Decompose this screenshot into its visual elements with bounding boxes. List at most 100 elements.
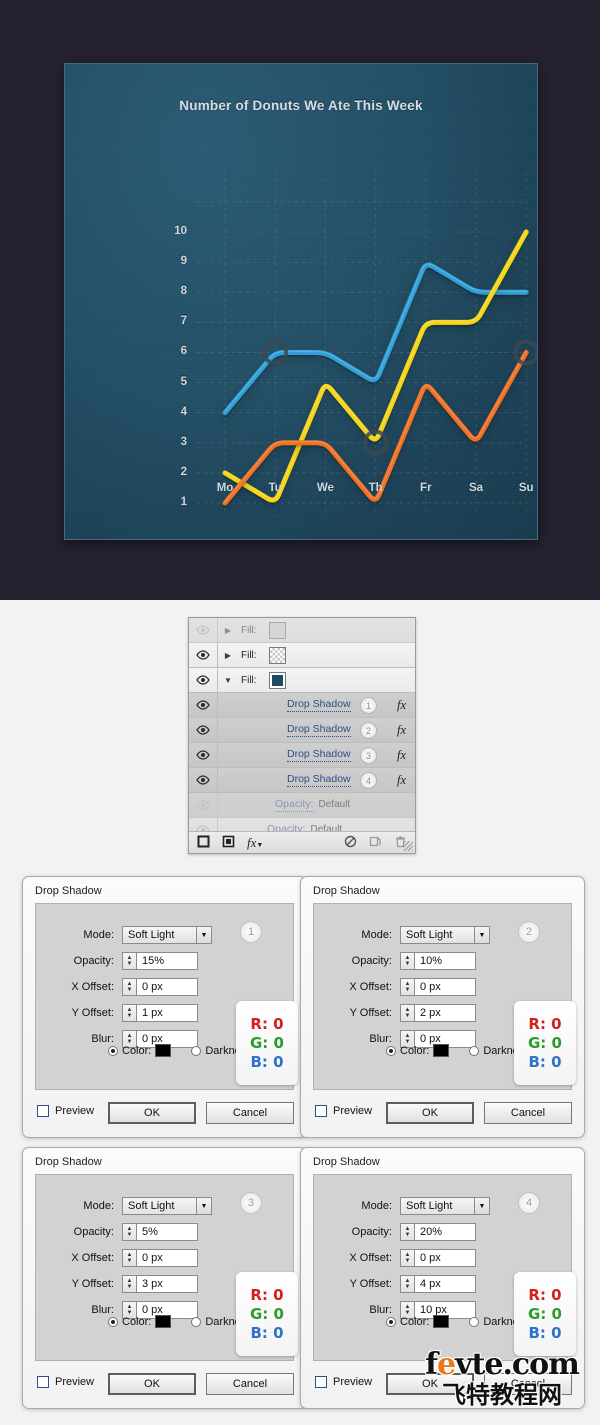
visibility-toggle[interactable] (189, 625, 217, 636)
chevron-down-icon[interactable]: ▼ (196, 1198, 211, 1214)
layer-effect-row[interactable]: Drop Shadow 4 fx (189, 768, 415, 793)
stepper-down-icon[interactable]: ▼ (127, 1232, 133, 1238)
stepper-down-icon[interactable]: ▼ (405, 1013, 411, 1019)
drop-shadow-dialog[interactable]: Drop Shadow Mode: Soft Light ▼ Opacity: ▲ ▼ 15%… (22, 876, 307, 1138)
color-radio[interactable] (386, 1045, 396, 1056)
stepper-down-icon[interactable]: ▼ (405, 1258, 411, 1264)
visibility-toggle[interactable] (189, 775, 217, 786)
opacity-input[interactable]: 15% (136, 952, 198, 970)
drop-shadow-effect-label[interactable]: Drop Shadow (287, 698, 351, 712)
drop-shadow-effect-label[interactable]: Drop Shadow (287, 748, 351, 762)
fx-icon[interactable]: fx (397, 773, 406, 788)
blend-mode-select[interactable]: Soft Light ▼ (400, 1197, 490, 1215)
stepper-down-icon[interactable]: ▼ (127, 1013, 133, 1019)
yoffset-input[interactable]: 4 px (414, 1275, 476, 1293)
fx-icon[interactable]: fx (397, 748, 406, 763)
preview-checkbox-wrap[interactable]: Preview (315, 1105, 372, 1117)
drop-shadow-dialog[interactable]: Drop Shadow Mode: Soft Light ▼ Opacity: ▲ ▼ 10%… (300, 876, 585, 1138)
disclosure-triangle-icon[interactable]: ▶ (218, 651, 238, 660)
stepper-down-icon[interactable]: ▼ (405, 1232, 411, 1238)
visibility-toggle[interactable] (189, 800, 217, 811)
visibility-toggle[interactable] (189, 750, 217, 761)
fx-icon[interactable]: fx (397, 698, 406, 713)
darkness-radio[interactable] (191, 1316, 202, 1327)
visibility-toggle[interactable] (189, 725, 217, 736)
opacity-stepper[interactable]: ▲ ▼ (122, 952, 136, 970)
shadow-source-radios[interactable]: Color: Darkness (108, 1044, 252, 1057)
chevron-down-icon[interactable]: ▼ (196, 927, 211, 943)
layers-panel[interactable]: ▶ Fill: ▶ Fill: ▼ Fill: Drop Shadow 1 fx Drop Sha… (188, 617, 416, 854)
duplicate-layer-icon[interactable] (369, 835, 382, 851)
stepper-down-icon[interactable]: ▼ (127, 1284, 133, 1290)
layer-row[interactable]: ▼ Fill: (189, 668, 415, 693)
xoffset-input[interactable]: 0 px (414, 978, 476, 996)
stepper-down-icon[interactable]: ▼ (405, 987, 411, 993)
shadow-color-swatch[interactable] (155, 1044, 172, 1057)
opacity-stepper[interactable]: ▲ ▼ (400, 1223, 414, 1241)
layer-thumbnail[interactable] (268, 671, 286, 689)
xoffset-stepper[interactable]: ▲ ▼ (400, 978, 414, 996)
visibility-toggle[interactable] (189, 675, 217, 686)
darkness-radio[interactable] (191, 1045, 202, 1056)
preview-checkbox-wrap[interactable]: Preview (315, 1376, 372, 1388)
shadow-source-radios[interactable]: Color: Darkness (386, 1044, 530, 1057)
stepper-down-icon[interactable]: ▼ (127, 961, 133, 967)
stepper-down-icon[interactable]: ▼ (405, 961, 411, 967)
opacity-input[interactable]: 5% (136, 1223, 198, 1241)
blend-mode-select[interactable]: Soft Light ▼ (400, 926, 490, 944)
layers-panel-toolbar[interactable]: fx▼ (189, 831, 415, 853)
xoffset-stepper[interactable]: ▲ ▼ (122, 978, 136, 996)
ok-button[interactable]: OK (108, 1102, 196, 1124)
chevron-down-icon[interactable]: ▼ (474, 1198, 489, 1214)
stepper-down-icon[interactable]: ▼ (127, 987, 133, 993)
yoffset-input[interactable]: 2 px (414, 1004, 476, 1022)
xoffset-input[interactable]: 0 px (414, 1249, 476, 1267)
ok-button[interactable]: OK (386, 1102, 474, 1124)
cancel-button[interactable]: Cancel (206, 1373, 294, 1395)
blend-mode-select[interactable]: Soft Light ▼ (122, 926, 212, 944)
color-radio[interactable] (108, 1045, 118, 1056)
preview-checkbox[interactable] (37, 1376, 49, 1388)
yoffset-input[interactable]: 3 px (136, 1275, 198, 1293)
layer-property-row[interactable]: Opacity: Default (189, 793, 415, 818)
fx-icon[interactable]: fx (397, 723, 406, 738)
stepper-down-icon[interactable]: ▼ (127, 1258, 133, 1264)
yoffset-stepper[interactable]: ▲ ▼ (400, 1004, 414, 1022)
chevron-down-icon[interactable]: ▼ (474, 927, 489, 943)
preview-checkbox[interactable] (37, 1105, 49, 1117)
shadow-source-radios[interactable]: Color: Darkness (108, 1315, 252, 1328)
drop-shadow-effect-label[interactable]: Drop Shadow (287, 723, 351, 737)
stepper-down-icon[interactable]: ▼ (405, 1284, 411, 1290)
layer-thumbnail[interactable] (268, 621, 286, 639)
square-outline-icon[interactable] (197, 835, 210, 851)
shadow-color-swatch[interactable] (433, 1315, 450, 1328)
opacity-input[interactable]: 20% (414, 1223, 476, 1241)
layer-effect-row[interactable]: Drop Shadow 2 fx (189, 718, 415, 743)
opacity-input[interactable]: 10% (414, 952, 476, 970)
drop-shadow-effect-label[interactable]: Drop Shadow (287, 773, 351, 787)
layer-row[interactable]: ▶ Fill: (189, 643, 415, 668)
cancel-button[interactable]: Cancel (206, 1102, 294, 1124)
yoffset-stepper[interactable]: ▲ ▼ (400, 1275, 414, 1293)
xoffset-input[interactable]: 0 px (136, 1249, 198, 1267)
fx-menu-icon[interactable]: fx▼ (247, 835, 263, 851)
layer-thumbnail[interactable] (268, 646, 286, 664)
shadow-source-radios[interactable]: Color: Darkness (386, 1315, 530, 1328)
darkness-radio[interactable] (469, 1045, 480, 1056)
no-entry-icon[interactable] (344, 835, 357, 851)
drop-shadow-dialog[interactable]: Drop Shadow Mode: Soft Light ▼ Opacity: ▲ ▼ 5% X… (22, 1147, 307, 1409)
yoffset-stepper[interactable]: ▲ ▼ (122, 1275, 136, 1293)
preview-checkbox-wrap[interactable]: Preview (37, 1376, 94, 1388)
ok-button[interactable]: OK (108, 1373, 196, 1395)
preview-checkbox[interactable] (315, 1376, 327, 1388)
layer-row[interactable]: ▶ Fill: (189, 618, 415, 643)
opacity-stepper[interactable]: ▲ ▼ (122, 1223, 136, 1241)
color-radio[interactable] (386, 1316, 396, 1327)
preview-checkbox[interactable] (315, 1105, 327, 1117)
visibility-toggle[interactable] (189, 700, 217, 711)
opacity-property[interactable]: Opacity: Default (275, 798, 350, 812)
layer-effect-row[interactable]: Drop Shadow 1 fx (189, 693, 415, 718)
darkness-radio[interactable] (469, 1316, 480, 1327)
layer-effect-row[interactable]: Drop Shadow 3 fx (189, 743, 415, 768)
xoffset-input[interactable]: 0 px (136, 978, 198, 996)
